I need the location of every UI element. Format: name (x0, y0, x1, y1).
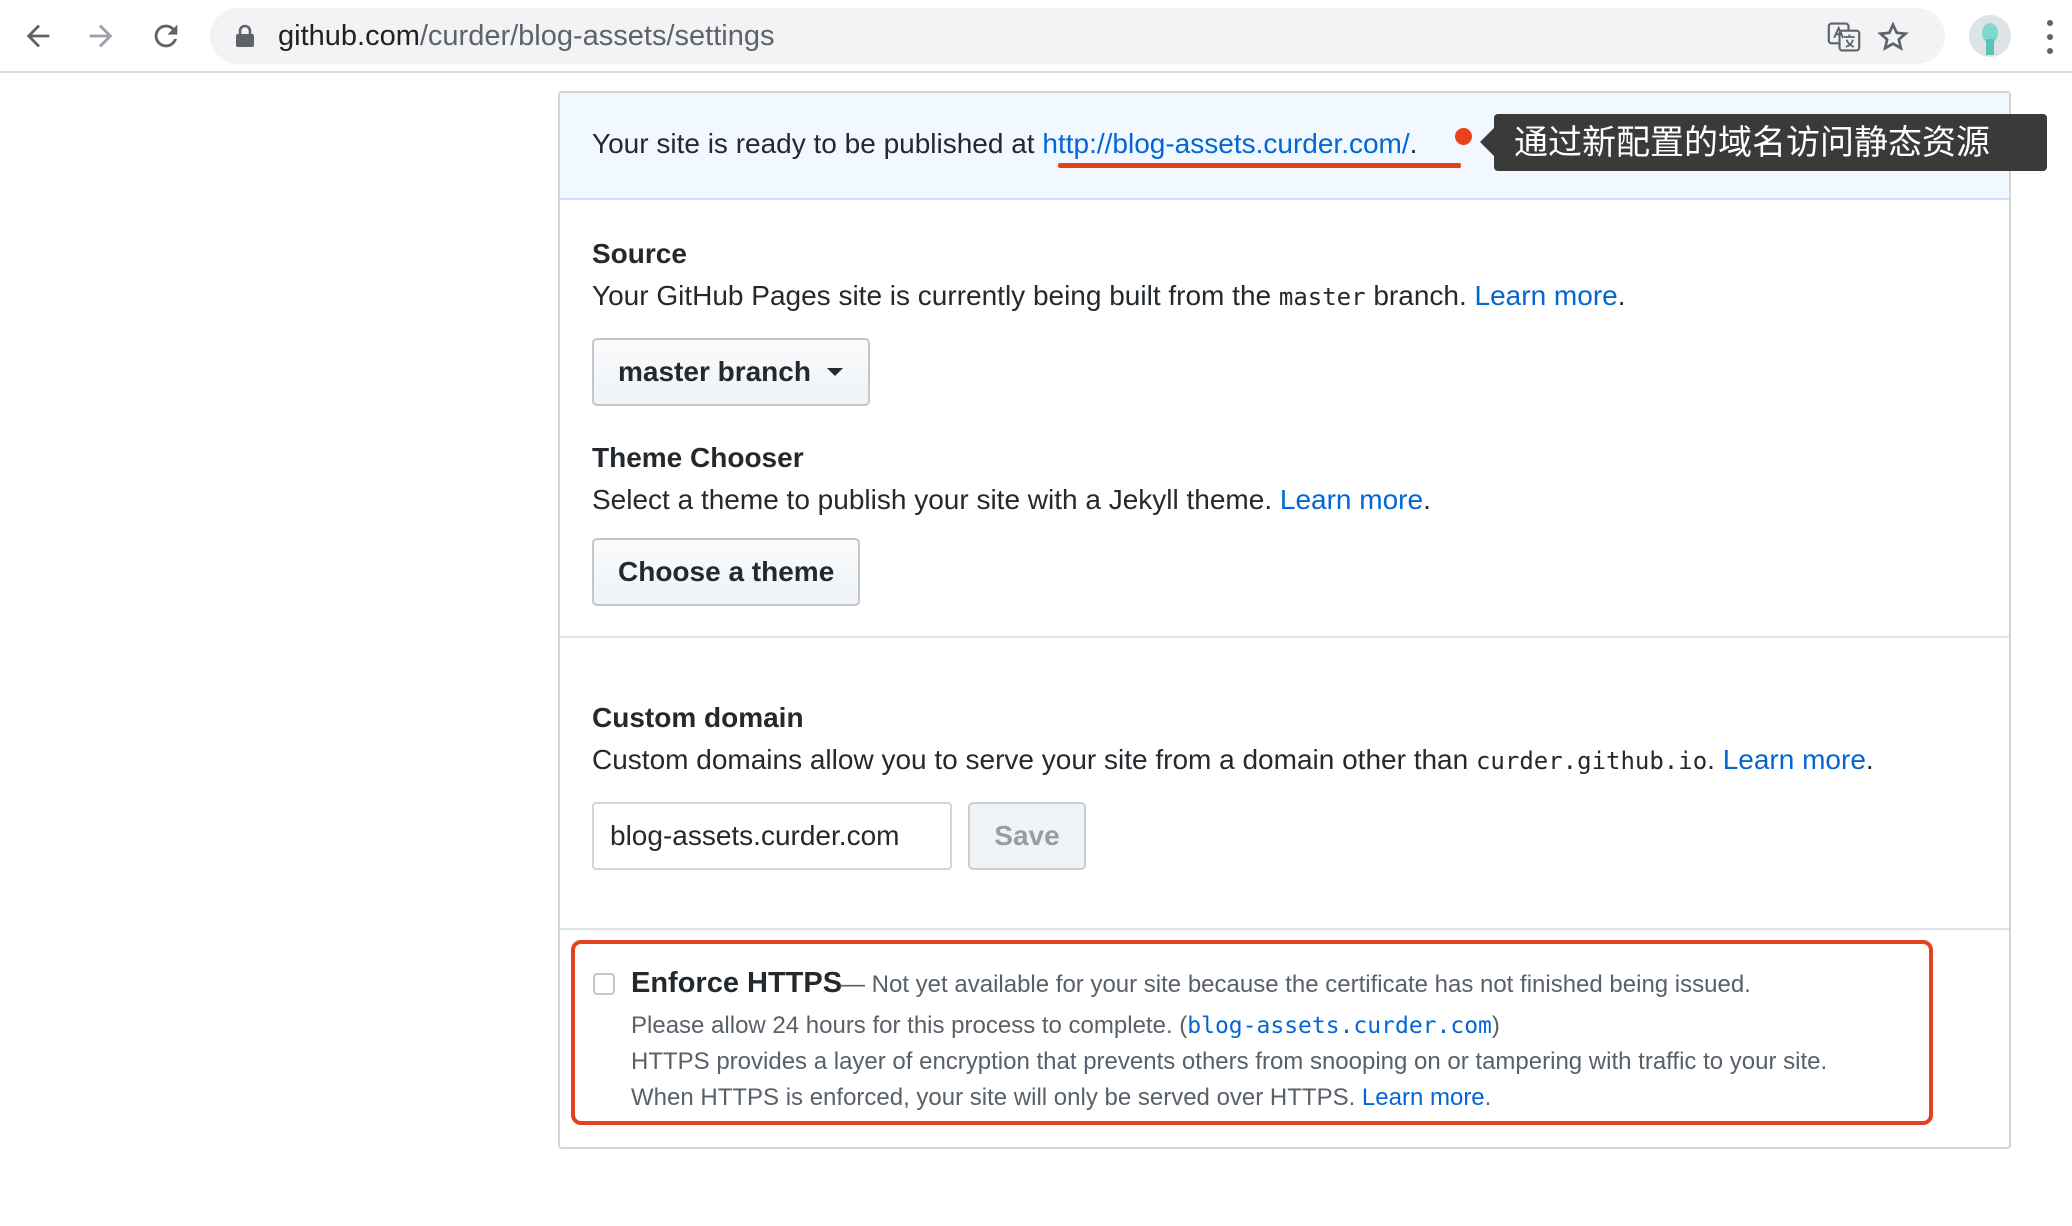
source-branch-code: master (1278, 283, 1366, 311)
theme-learn-more-link[interactable]: Learn more (1280, 484, 1423, 515)
caret-down-icon (826, 368, 843, 376)
source-heading: Source (592, 238, 687, 269)
custom-domain-desc-text: Custom domains allow you to serve your s… (592, 744, 1476, 775)
theme-period: . (1423, 484, 1431, 515)
arrow-right-icon (89, 24, 113, 48)
default-domain-code: curder.github.io (1475, 747, 1708, 775)
link-highlight-underline (1058, 163, 1461, 168)
lock-icon (236, 24, 254, 47)
https-note-line1: Please allow 24 hours for this process t… (631, 1011, 1500, 1041)
menu-dot-icon (2047, 48, 2053, 54)
custom-domain-desc-after: . (1707, 744, 1723, 775)
enforce-https-label: Enforce HTTPS (631, 967, 843, 999)
https-note-text: When HTTPS is enforced, your site will o… (631, 1084, 1362, 1111)
published-site-link[interactable]: http://blog-assets.curder.com/ (1042, 128, 1409, 159)
save-button-label: Save (994, 820, 1060, 851)
annotation-dot (1455, 128, 1472, 145)
enforce-https-checkbox[interactable] (593, 973, 615, 995)
profile-avatar[interactable] (1969, 15, 2011, 57)
custom-domain-input[interactable]: blog-assets.curder.com (592, 802, 952, 870)
flash-message: Your site is ready to be published at (592, 128, 1043, 159)
custom-domain-description: Custom domains allow you to serve your s… (592, 743, 1874, 778)
url-text: github.com/curder/blog-assets/settings (278, 20, 774, 52)
https-domain-code: blog-assets.curder.com (1187, 1013, 1492, 1039)
menu-dot-icon (2047, 20, 2053, 26)
theme-desc-text: Select a theme to publish your site with… (592, 484, 1280, 515)
callout-text: 通过新配置的域名访问静态资源 (1514, 124, 1990, 162)
translate-icon (1827, 22, 1861, 52)
url-host: github.com (278, 20, 420, 52)
custom-domain-period: . (1865, 744, 1874, 775)
theme-description: Select a theme to publish your site with… (592, 483, 1431, 517)
https-note-text: Please allow 24 hours for this process t… (631, 1012, 1188, 1039)
address-bar[interactable]: github.com/curder/blog-assets/settings (210, 8, 1945, 64)
forward-button[interactable] (75, 10, 127, 62)
browser-menu-button[interactable] (2040, 16, 2060, 58)
back-button[interactable] (12, 10, 64, 62)
https-note-line2: HTTPS provides a layer of encryption tha… (631, 1048, 1828, 1075)
browser-toolbar: github.com/curder/blog-assets/settings (0, 0, 2072, 73)
custom-domain-heading: Custom domain (592, 702, 804, 733)
bookmark-star-button[interactable] (1874, 18, 1912, 56)
https-period: . (1484, 1084, 1492, 1111)
source-description: Your GitHub Pages site is currently bein… (592, 279, 1626, 314)
save-domain-button[interactable]: Save (968, 802, 1086, 870)
custom-domain-learn-more-link[interactable]: Learn more (1723, 744, 1866, 775)
https-note-line3: When HTTPS is enforced, your site will o… (631, 1083, 1491, 1113)
branch-select-button[interactable]: master branch (592, 338, 870, 406)
avatar-icon (1982, 23, 1998, 55)
flash-period: . (1409, 128, 1418, 159)
source-desc-after: branch. (1365, 280, 1475, 311)
choose-theme-button[interactable]: Choose a theme (592, 538, 860, 606)
choose-theme-label: Choose a theme (618, 556, 835, 587)
section-divider (560, 928, 2009, 930)
arrow-left-icon (26, 24, 50, 48)
flash-text: Your site is ready to be published at ht… (592, 127, 1417, 161)
source-learn-more-link[interactable]: Learn more (1475, 280, 1618, 311)
source-desc-text: Your GitHub Pages site is currently bein… (592, 280, 1279, 311)
star-icon (1877, 21, 1909, 51)
reload-icon (154, 24, 178, 48)
source-period: . (1617, 280, 1626, 311)
https-note-paren: ) (1491, 1012, 1500, 1039)
url-path: /curder/blog-assets/settings (419, 20, 775, 52)
section-divider (560, 636, 2009, 638)
branch-select-label: master branch (618, 356, 811, 387)
https-learn-more-link[interactable]: Learn more (1362, 1084, 1485, 1111)
theme-chooser-heading: Theme Chooser (592, 442, 804, 473)
enforce-https-status: — Not yet available for your site becaus… (841, 971, 1751, 998)
reload-button[interactable] (140, 10, 192, 62)
translate-button[interactable] (1825, 18, 1863, 56)
menu-dot-icon (2047, 34, 2053, 40)
annotation-callout: 通过新配置的域名访问静态资源 (1480, 114, 2047, 171)
